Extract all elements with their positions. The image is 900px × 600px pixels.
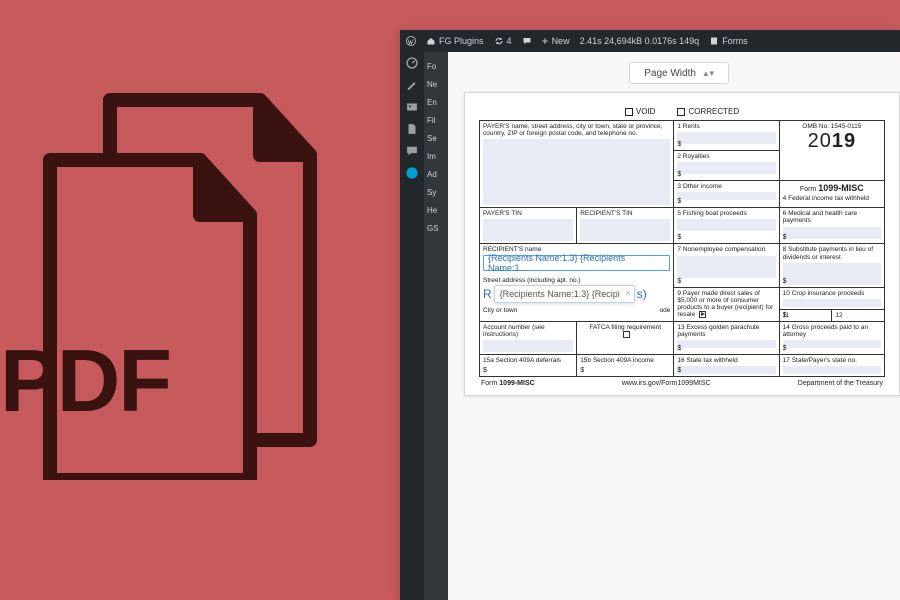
corrected-checkbox[interactable]: CORRECTED	[677, 107, 739, 116]
box1-field[interactable]	[677, 132, 775, 144]
comments-link[interactable]	[522, 36, 532, 46]
void-checkbox[interactable]: VOID	[625, 107, 656, 116]
box14-field[interactable]	[783, 340, 881, 348]
box15b-label: 15b Section 409A income	[580, 357, 670, 364]
submenu-item[interactable]: He	[424, 206, 448, 216]
omb-label: OMB No. 1545-0115	[783, 123, 881, 130]
payer-field[interactable]	[483, 139, 670, 205]
forms-link[interactable]: Forms	[709, 36, 748, 46]
merge-tag-tooltip[interactable]: {Recipients Name:1.3} {Recipi×	[494, 285, 635, 303]
box7-field[interactable]	[677, 256, 775, 278]
box6-label: 6 Medical and health care payments	[783, 210, 881, 224]
comments-icon[interactable]	[405, 144, 419, 158]
footer-left: Form 1099-MISC	[481, 380, 535, 387]
pdf-label: PDF	[0, 330, 170, 432]
recipient-tin-field[interactable]	[580, 219, 670, 241]
site-link[interactable]: FG Plugins	[426, 36, 484, 46]
box4-label: 4 Federal income tax withheld	[783, 195, 881, 202]
city-label: City or town	[483, 307, 517, 314]
tax-year: 2019	[783, 130, 881, 153]
box13-field[interactable]	[677, 340, 775, 348]
submenu-item[interactable]: Fo	[424, 62, 448, 72]
chevron-updown-icon: ▲▼	[702, 69, 714, 78]
zoom-select[interactable]: Page Width▲▼	[629, 62, 729, 84]
box16-field[interactable]	[677, 366, 775, 374]
posts-icon[interactable]	[405, 78, 419, 92]
media-icon[interactable]	[405, 100, 419, 114]
box5-field[interactable]	[677, 219, 775, 231]
submenu-item[interactable]: En	[424, 98, 448, 108]
submenu-item[interactable]: Sy	[424, 188, 448, 198]
account-label: Account number (see instructions)	[483, 324, 573, 338]
wp-panel: FG Plugins 4 +New 2.41s 24,694kB 0.0176s…	[400, 30, 900, 600]
admin-menu[interactable]	[400, 52, 424, 600]
fatca-checkbox[interactable]	[623, 331, 630, 338]
submenu-item[interactable]: Se	[424, 134, 448, 144]
debug-stats: 2.41s 24,694kB 0.0176s 149q	[580, 36, 700, 46]
form-1099: PAYER'S name, street address, city or to…	[479, 120, 885, 377]
stage: PDF FG Plugins 4 +New 2.41s 24,694kB 0.0…	[0, 0, 900, 600]
wp-logo-icon[interactable]	[406, 36, 416, 46]
footer-right: Department of the Treasury	[798, 380, 883, 387]
box10-label: 10 Crop insurance proceeds	[783, 290, 881, 297]
footer-center: www.irs.gov/Form1099MISC	[622, 380, 711, 387]
box8-label: 8 Substitute payments in lieu of dividen…	[783, 246, 881, 260]
box2-label: 2 Royalties	[677, 153, 775, 160]
forms-icon[interactable]	[405, 166, 419, 180]
submenu-item[interactable]: GS	[424, 224, 448, 234]
box3-field[interactable]	[677, 192, 775, 200]
form-number: Form 1099-MISC	[783, 183, 881, 193]
box8-field[interactable]	[783, 263, 881, 285]
close-icon[interactable]: ×	[625, 288, 630, 298]
street-field[interactable]: R {Recipients Name:1.3} {Recipi× s)	[483, 285, 670, 303]
box13-label: 13 Excess golden parachute payments	[677, 324, 775, 338]
account-field[interactable]	[483, 340, 573, 352]
box9-label: 9 Payer made direct sales of $5,000 or m…	[677, 290, 775, 319]
box14-label: 14 Gross proceeds paid to an attorney	[783, 324, 881, 338]
recipient-name-field[interactable]: {Recipients Name:1.3} {Recipients Name:1…	[483, 255, 670, 271]
street-label: Street address (including apt. no.)	[483, 277, 670, 284]
submenu-item[interactable]: Fil	[424, 116, 448, 126]
dashboard-icon[interactable]	[405, 56, 419, 70]
submenu-item[interactable]: Ad	[424, 170, 448, 180]
admin-submenu[interactable]: Fo Ne En Fil Se Im Ad Sy He GS	[424, 52, 448, 600]
admin-bar[interactable]: FG Plugins 4 +New 2.41s 24,694kB 0.0176s…	[400, 30, 900, 52]
box1-label: 1 Rents	[677, 123, 775, 130]
submenu-item[interactable]: Im	[424, 152, 448, 162]
recipient-tin-label: RECIPIENT'S TIN	[580, 210, 670, 217]
box10-field[interactable]	[783, 299, 881, 307]
submenu-item[interactable]: Ne	[424, 80, 448, 90]
new-link[interactable]: +New	[542, 36, 570, 46]
box17-label: 17 State/Payer's state no.	[783, 357, 881, 364]
box16-label: 16 State tax withheld	[677, 357, 775, 364]
payer-tin-label: PAYER'S TIN	[483, 210, 573, 217]
box7-label: 7 Nonemployee compensation	[677, 246, 775, 253]
box6-field[interactable]	[783, 227, 881, 239]
pdf-page: VOID CORRECTED PAYER'S name, street addr…	[464, 92, 900, 396]
box17-field[interactable]	[783, 366, 881, 374]
box2-field[interactable]	[677, 162, 775, 174]
payer-tin-field[interactable]	[483, 219, 573, 241]
updates-link[interactable]: 4	[494, 36, 512, 46]
editor-content: Page Width▲▼ VOID CORRECTED PAYER'S name…	[448, 52, 900, 600]
payer-label: PAYER'S name, street address, city or to…	[483, 123, 670, 137]
box3-label: 3 Other income	[677, 183, 775, 190]
pages-icon[interactable]	[405, 122, 419, 136]
box15a-label: 15a Section 409A deferrals	[483, 357, 573, 364]
fatca-label: FATCA filing requirement	[580, 324, 670, 331]
form-footer: Form 1099-MISC www.irs.gov/Form1099MISC …	[479, 377, 885, 387]
box5-label: 5 Fishing boat proceeds	[677, 210, 775, 217]
box12-label: 12	[835, 312, 842, 319]
